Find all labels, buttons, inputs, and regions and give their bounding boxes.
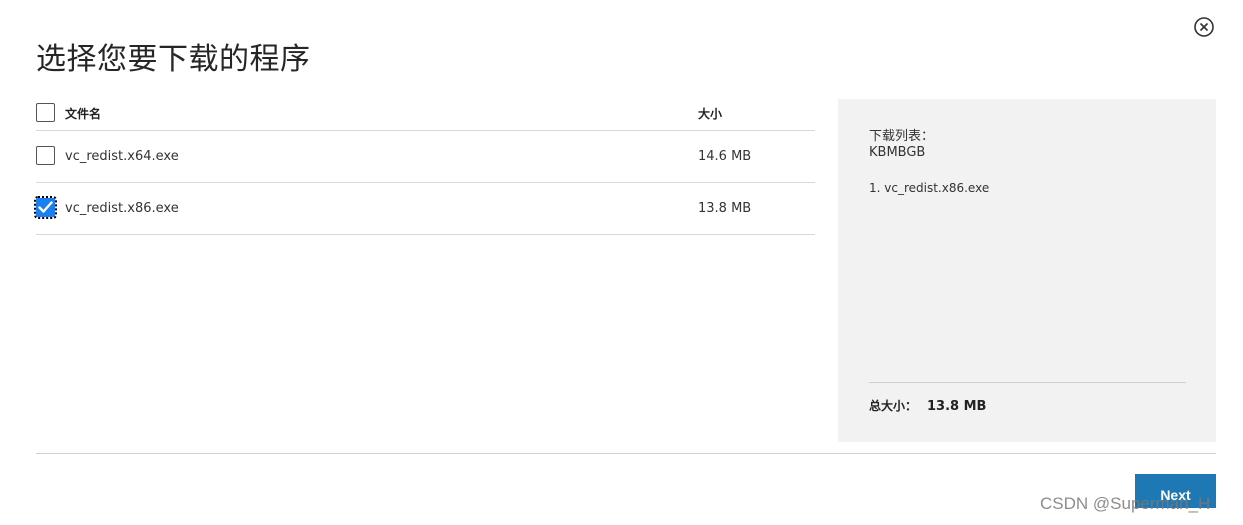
- download-dialog: 选择您要下载的程序 文件名 大小 vc_redist.x64.exe 14.6 …: [0, 0, 1243, 525]
- summary-total: 总大小： 13.8 MB: [869, 397, 986, 414]
- close-circle-icon: [1194, 17, 1214, 37]
- summary-title: 下载列表：: [869, 129, 935, 144]
- file-list: 文件名 大小 vc_redist.x64.exe 14.6 MB vc_redi…: [34, 96, 815, 235]
- summary-divider: [869, 382, 1186, 383]
- watermark: CSDN @Superman_H: [1040, 494, 1211, 513]
- footer-divider: [36, 453, 1216, 454]
- file-size: 13.8 MB: [698, 201, 752, 216]
- file-checkbox-x86[interactable]: [34, 196, 57, 219]
- file-name: vc_redist.x64.exe: [65, 149, 179, 164]
- select-all-checkbox[interactable]: [36, 103, 55, 122]
- dialog-title: 选择您要下载的程序: [36, 42, 311, 77]
- summary-item: 1. vc_redist.x86.exe: [869, 181, 990, 195]
- column-header-name: 文件名: [65, 107, 102, 121]
- summary-units: KBMBGB: [869, 145, 926, 160]
- column-header-size: 大小: [698, 107, 723, 121]
- file-name: vc_redist.x86.exe: [65, 201, 179, 216]
- total-value: 13.8 MB: [927, 399, 987, 414]
- close-button[interactable]: [1194, 17, 1214, 37]
- file-size: 14.6 MB: [698, 149, 752, 164]
- file-list-header: 文件名 大小: [36, 96, 815, 131]
- file-row[interactable]: vc_redist.x64.exe 14.6 MB: [36, 131, 815, 183]
- total-label: 总大小：: [869, 399, 918, 413]
- checkmark-icon: [38, 201, 53, 213]
- file-row[interactable]: vc_redist.x86.exe 13.8 MB: [34, 183, 815, 235]
- download-summary-panel: 下载列表： KBMBGB 1. vc_redist.x86.exe 总大小： 13…: [838, 99, 1216, 442]
- file-checkbox-x64[interactable]: [36, 146, 55, 165]
- summary-heading: 下载列表： KBMBGB: [869, 129, 934, 161]
